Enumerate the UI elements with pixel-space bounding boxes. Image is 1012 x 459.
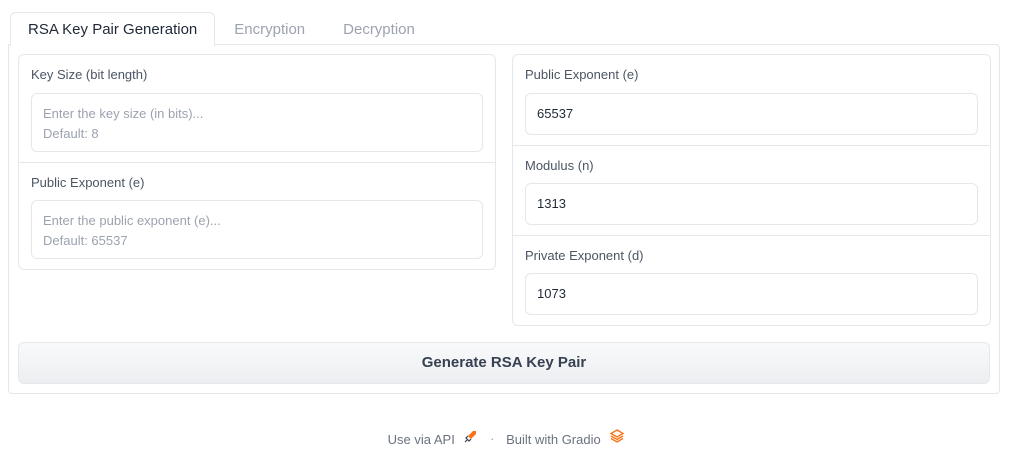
use-via-api-link[interactable]: Use via API xyxy=(387,431,482,448)
tab-panel: Key Size (bit length) Enter the key size… xyxy=(8,44,1000,394)
built-with-gradio-link[interactable]: Built with Gradio xyxy=(506,429,625,448)
key-size-label: Key Size (bit length) xyxy=(31,67,148,82)
tab-bar: RSA Key Pair Generation Encryption Decry… xyxy=(10,12,434,46)
modulus-field: Modulus (n) 1313 xyxy=(513,146,990,235)
public-exponent-input[interactable]: Enter the public exponent (e)... Default… xyxy=(31,200,483,259)
built-with-gradio-label: Built with Gradio xyxy=(506,432,601,448)
use-via-api-label: Use via API xyxy=(387,432,455,448)
private-exponent-label: Private Exponent (d) xyxy=(525,248,644,263)
rocket-icon xyxy=(465,431,477,443)
tab-encryption[interactable]: Encryption xyxy=(215,12,324,45)
input-group: Key Size (bit length) Enter the key size… xyxy=(18,54,496,270)
private-exponent-output[interactable]: 1073 xyxy=(525,273,978,315)
footer-separator: · xyxy=(490,430,495,446)
gradio-logo-icon xyxy=(610,429,625,443)
public-exponent-output-field: Public Exponent (e) 65537 xyxy=(513,55,990,145)
output-group: Public Exponent (e) 65537 Modulus (n) 13… xyxy=(512,54,991,326)
private-exponent-field: Private Exponent (d) 1073 xyxy=(513,236,990,326)
generate-rsa-key-pair-button[interactable]: Generate RSA Key Pair xyxy=(18,342,990,384)
public-exponent-label: Public Exponent (e) xyxy=(31,175,145,190)
key-size-input[interactable]: Enter the key size (in bits)... Default:… xyxy=(31,93,483,152)
public-exponent-output[interactable]: 65537 xyxy=(525,93,978,135)
tab-rsa-key-pair-generation[interactable]: RSA Key Pair Generation xyxy=(10,12,216,46)
footer: Use via API · Built with Gradio xyxy=(0,429,1012,447)
public-exponent-field: Public Exponent (e) Enter the public exp… xyxy=(19,163,495,270)
public-exponent-output-label: Public Exponent (e) xyxy=(525,67,639,82)
key-size-field: Key Size (bit length) Enter the key size… xyxy=(19,55,495,162)
tab-decryption[interactable]: Decryption xyxy=(324,12,434,45)
modulus-output[interactable]: 1313 xyxy=(525,183,978,225)
modulus-label: Modulus (n) xyxy=(525,158,594,173)
